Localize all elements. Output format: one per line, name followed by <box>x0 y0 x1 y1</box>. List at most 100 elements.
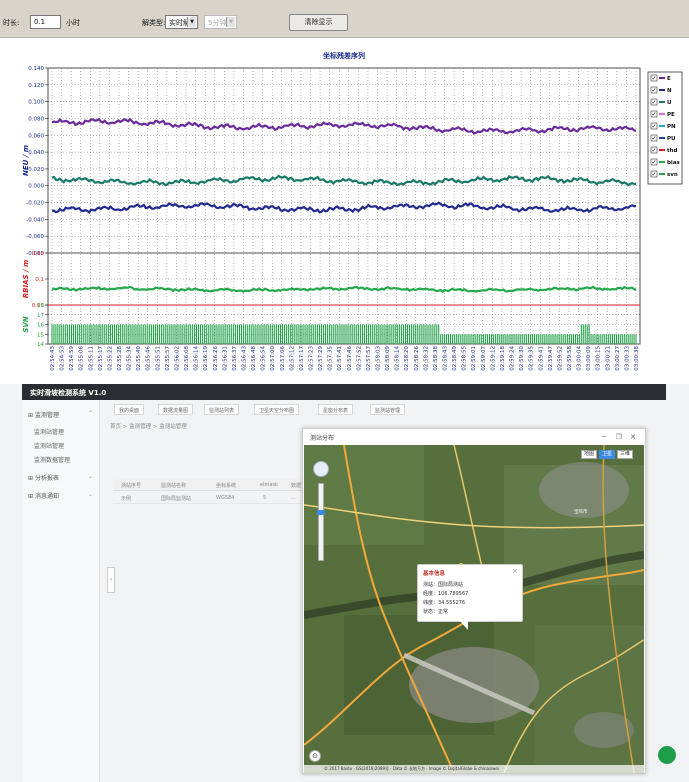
y-tick-label: 18 <box>37 303 44 309</box>
tab-station-mgmt[interactable]: 监测站管理 <box>370 404 405 415</box>
locate-icon[interactable]: ⊙ <box>309 750 321 762</box>
x-tick-label: 02:57:00 <box>270 346 276 371</box>
y-tick-label: 0.020 <box>28 167 44 173</box>
x-tick-label: 02:55:40 <box>136 346 142 371</box>
popup-station: 测站：国际局测站 <box>423 581 463 588</box>
x-tick-label: 02:59:52 <box>557 346 563 371</box>
sidebar-item-station-mgmt[interactable]: 监测站管理 <box>34 427 64 436</box>
residual-chart: 坐标残差序列-0.080-0.060-0.040-0.0200.0000.020… <box>0 38 689 384</box>
x-tick-label: 02:55:28 <box>117 346 123 371</box>
solution-type-label: 解类型: <box>142 18 165 28</box>
legend-label: thd <box>667 148 678 154</box>
check-icon: ✓ <box>652 135 657 142</box>
map-type-3d[interactable]: 三维 <box>617 450 633 459</box>
x-tick-label: 02:56:31 <box>222 346 228 371</box>
x-tick-label: 02:58:20 <box>404 346 410 371</box>
map-type-satellite[interactable]: 卫星 <box>599 450 615 459</box>
sidebar-item-messages[interactable]: ⊞ 消息通知 <box>28 491 59 500</box>
x-tick-label: 02:59:58 <box>567 346 573 371</box>
sidebar-item-data-mgmt[interactable]: 监测数据管理 <box>34 455 70 464</box>
sidebar-item-reports[interactable]: ⊞ 分析报表 <box>28 473 59 482</box>
x-tick-label: 02:57:57 <box>366 346 372 371</box>
tab-traffic[interactable]: 数据流量图 <box>158 404 193 415</box>
x-tick-label: 02:56:43 <box>241 346 247 371</box>
x-tick-label: 02:59:24 <box>510 346 516 371</box>
legend-box: ✓ E✓ N✓ U✓ PE✓ PN✓ PU✓ thd✓ bias✓ svn <box>648 72 682 184</box>
y-tick-label: 0.140 <box>28 66 44 72</box>
solution-type-select[interactable]: 实时解 ▼ <box>165 15 198 29</box>
y-tick-label: -0.040 <box>26 217 44 223</box>
map-zoom-slider[interactable] <box>318 483 324 561</box>
check-icon: ✓ <box>652 99 657 106</box>
y-axis-label: NEU / m <box>22 145 30 176</box>
map-copyright: © 2017 Baidu · GS(2016)2089号 · Data © 长地… <box>304 765 644 773</box>
tab-station-list[interactable]: 监测站列表 <box>204 404 239 415</box>
satellite-map[interactable]: 宝鸡市 地图 卫星 三维 基本信息 × 测站：国际局测站 经度：106.7895… <box>304 445 644 773</box>
x-tick-label: 02:56:19 <box>203 346 209 371</box>
tab-desktop[interactable]: 我的桌面 <box>114 404 144 415</box>
zoom-thumb[interactable] <box>317 510 325 515</box>
y-axis-label: RBIAS / m <box>22 260 30 299</box>
column-header: 数据 <box>291 482 301 489</box>
x-tick-label: 02:58:43 <box>443 346 449 371</box>
popup-longitude: 经度：106.789567 <box>423 590 468 597</box>
y-tick-label: 0.080 <box>28 116 44 122</box>
y-tick-label: 0.1 <box>35 277 44 283</box>
sidebar-collapse-button[interactable]: ‹ <box>107 567 115 593</box>
chevron-down-icon: ▼ <box>226 17 235 27</box>
x-tick-label: 03:00:33 <box>624 346 630 371</box>
x-tick-label: 02:55:11 <box>88 346 94 371</box>
map-pan-control[interactable] <box>313 461 329 477</box>
x-tick-label: 02:56:37 <box>232 346 238 371</box>
y-tick-label: 0.100 <box>28 100 44 106</box>
x-tick-label: 02:57:41 <box>337 346 343 371</box>
y-tick-label: 16 <box>37 323 44 329</box>
dialog-window-controls[interactable]: － ❐ ✕ <box>600 432 639 442</box>
column-header: elmask <box>260 482 278 488</box>
y-tick-label: 0.060 <box>28 133 44 139</box>
x-tick-label: 02:58:09 <box>385 346 391 371</box>
breadcrumb: 首页 > 监测管理 > 监测站管理 <box>110 422 187 430</box>
y-tick-label: -0.060 <box>26 234 44 240</box>
sidebar-item-station-mgmt-2[interactable]: 监测站管理 <box>34 441 64 450</box>
x-tick-label: 02:59:07 <box>481 346 487 371</box>
y-tick-label: -0.020 <box>26 201 44 207</box>
map-type-map[interactable]: 地图 <box>581 450 597 459</box>
check-icon: ✓ <box>652 123 657 130</box>
close-icon[interactable]: × <box>512 567 518 575</box>
popup-status: 状态：正常 <box>423 608 448 615</box>
sidebar-item-monitoring[interactable]: ⊞ 监测管理 <box>28 410 59 419</box>
x-tick-label: 02:58:32 <box>423 346 429 371</box>
x-tick-label: 02:56:14 <box>194 346 200 371</box>
x-tick-label: 02:54:59 <box>69 346 75 371</box>
floating-action-button[interactable] <box>657 745 677 765</box>
table-row[interactable]: 示例 国际局监测站 WGS84 5 ... <box>113 492 313 504</box>
legend-label: N <box>667 88 672 94</box>
x-tick-label: 03:00:27 <box>615 346 621 371</box>
duration-label: 时长: <box>3 18 19 28</box>
chevron-down-icon: ⌄ <box>88 491 93 498</box>
x-tick-label: 02:57:35 <box>328 346 334 371</box>
x-tick-label: 02:58:49 <box>452 346 458 371</box>
table-cell: ... <box>291 495 296 501</box>
clear-display-button[interactable]: 清除显示 <box>289 14 348 31</box>
interval-value: 5分钟 <box>208 19 226 27</box>
x-tick-label: 02:59:30 <box>519 346 525 371</box>
x-tick-label: 02:59:18 <box>500 346 506 371</box>
legend-label: E <box>667 76 671 82</box>
chart-title: 坐标残差序列 <box>323 51 365 60</box>
check-icon: ✓ <box>652 159 657 166</box>
tab-constellation[interactable]: 星座分布表 <box>318 404 353 415</box>
y-tick-label: 0.040 <box>28 150 44 156</box>
tab-sky-plot[interactable]: 卫星天空分布图 <box>254 404 299 415</box>
x-tick-label: 02:59:47 <box>548 346 554 371</box>
x-tick-label: 02:55:22 <box>107 346 113 371</box>
x-tick-label: 02:57:29 <box>318 346 324 371</box>
check-icon: ✓ <box>652 87 657 94</box>
check-icon: ✓ <box>652 171 657 178</box>
x-tick-label: 02:59:35 <box>529 346 535 371</box>
x-tick-label: 02:55:57 <box>165 346 171 371</box>
duration-input[interactable]: 0.1 <box>30 15 61 29</box>
interval-select[interactable]: 5分钟 ▼ <box>204 15 237 29</box>
y-axis-label: SVN <box>22 316 30 332</box>
